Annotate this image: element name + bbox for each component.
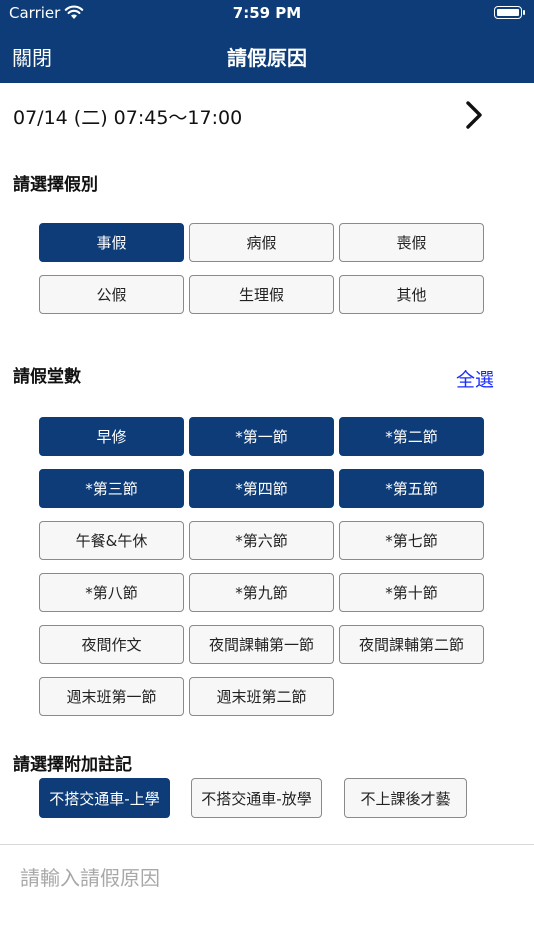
- note-option-2[interactable]: 不上課後才藝: [344, 778, 467, 818]
- chevron-right-icon[interactable]: [462, 98, 486, 132]
- period-option-12[interactable]: 夜間作文: [39, 625, 184, 664]
- leave-type-option-5[interactable]: 其他: [339, 275, 484, 314]
- page-title: 請假原因: [227, 46, 307, 70]
- note-option-1[interactable]: 不搭交通車-放學: [191, 778, 322, 818]
- period-option-1[interactable]: *第一節: [189, 417, 334, 456]
- leave-type-option-0[interactable]: 事假: [39, 223, 184, 262]
- status-time: 7:59 PM: [232, 4, 302, 22]
- notes-options: 不搭交通車-上學 不搭交通車-放學 不上課後才藝: [39, 778, 467, 818]
- leave-type-option-4[interactable]: 生理假: [189, 275, 334, 314]
- status-bar: Carrier 7:59 PM: [0, 0, 534, 28]
- period-option-9[interactable]: *第八節: [39, 573, 184, 612]
- periods-title: 請假堂數: [13, 367, 81, 387]
- leave-type-grid: 事假 病假 喪假公假 生理假 其他: [39, 223, 484, 314]
- date-range-text: 07/14 (二) 07:45～17:00: [13, 107, 243, 129]
- reason-input[interactable]: [20, 858, 515, 898]
- period-option-7[interactable]: *第六節: [189, 521, 334, 560]
- leave-type-option-1[interactable]: 病假: [189, 223, 334, 262]
- leave-type-title: 請選擇假別: [13, 175, 98, 195]
- period-option-6[interactable]: 午餐&午休: [39, 521, 184, 560]
- period-option-3[interactable]: *第三節: [39, 469, 184, 508]
- notes-title: 請選擇附加註記: [13, 755, 132, 775]
- period-option-14[interactable]: 夜間課輔第二節: [339, 625, 484, 664]
- select-all-button[interactable]: 全選: [456, 365, 494, 392]
- date-range-row[interactable]: 07/14 (二) 07:45～17:00: [0, 84, 534, 146]
- divider: [0, 844, 534, 845]
- period-option-10[interactable]: *第九節: [189, 573, 334, 612]
- period-option-5[interactable]: *第五節: [339, 469, 484, 508]
- note-option-0[interactable]: 不搭交通車-上學: [39, 778, 170, 818]
- period-option-16[interactable]: 週末班第二節: [189, 677, 334, 716]
- periods-grid: 早修 *第一節 *第二節 *第三節 *第四節 *第五節 午餐&午休 *第六節 *第七節 *第八節 *…: [39, 417, 484, 716]
- period-option-2[interactable]: *第二節: [339, 417, 484, 456]
- leave-type-option-3[interactable]: 公假: [39, 275, 184, 314]
- period-option-15[interactable]: 週末班第一節: [39, 677, 184, 716]
- period-option-11[interactable]: *第十節: [339, 573, 484, 612]
- leave-type-option-2[interactable]: 喪假: [339, 223, 484, 262]
- period-option-13[interactable]: 夜間課輔第一節: [189, 625, 334, 664]
- period-option-4[interactable]: *第四節: [189, 469, 334, 508]
- period-option-8[interactable]: *第七節: [339, 521, 484, 560]
- battery-icon: [494, 6, 525, 19]
- period-option-0[interactable]: 早修: [39, 417, 184, 456]
- header-bar: Carrier 7:59 PM 關閉 請假原因: [0, 0, 534, 83]
